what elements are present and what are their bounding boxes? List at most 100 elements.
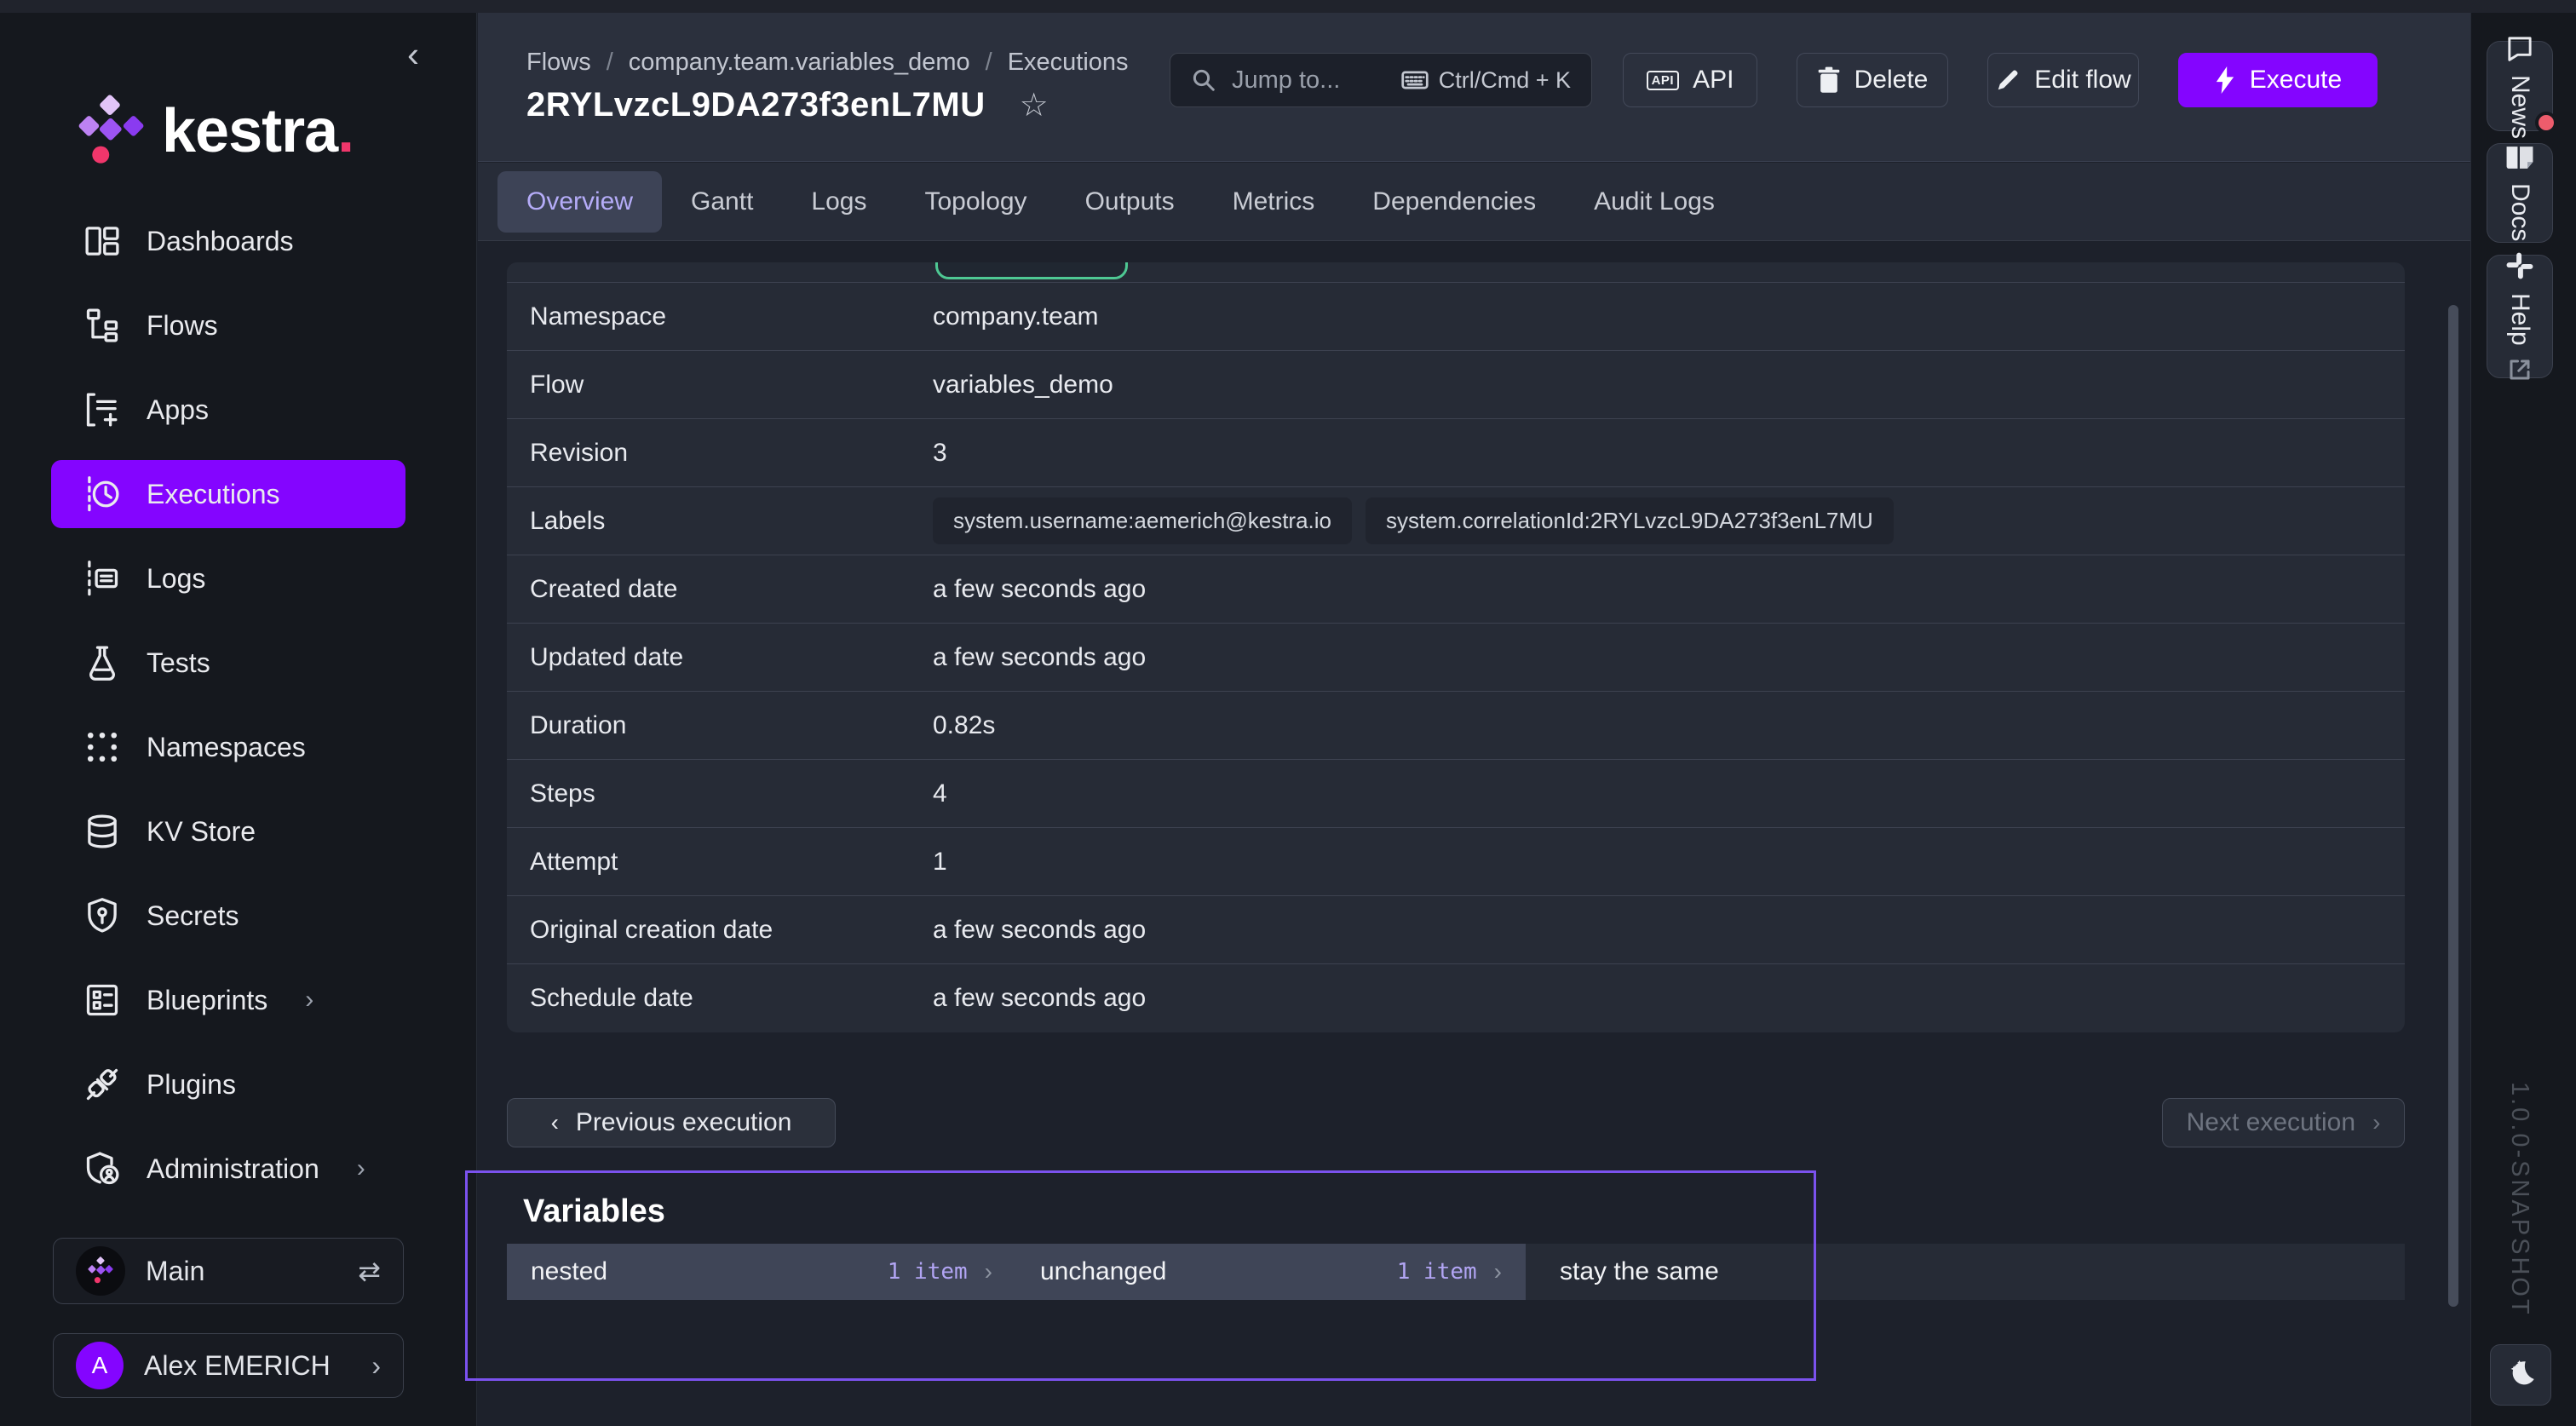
row-label: Updated date [507, 643, 933, 672]
tenant-switch-icon[interactable]: ⇄ [358, 1255, 381, 1287]
tab-metrics[interactable]: Metrics [1204, 171, 1344, 233]
label-chip[interactable]: system.correlationId:2RYLvzcL9DA273f3enL… [1366, 497, 1894, 544]
breadcrumb-executions[interactable]: Executions [1008, 49, 1129, 77]
tab-overview[interactable]: Overview [497, 171, 662, 233]
sidebar-item-tests[interactable]: Tests [51, 629, 405, 697]
right-rail: News Docs Help 1.0.0-SNAPSHOT [2470, 13, 2576, 1426]
sidebar-item-label: Tests [147, 647, 210, 679]
tab-audit-logs[interactable]: Audit Logs [1565, 171, 1744, 233]
search-input[interactable]: Jump to... Ctrl/Cmd + K [1170, 53, 1592, 107]
tests-icon [83, 644, 121, 681]
overview-content: Namespacecompany.team Flowvariables_demo… [478, 241, 2470, 1426]
external-link-icon [2507, 357, 2533, 382]
row-value: a few seconds ago [933, 575, 1146, 604]
notification-dot [2535, 112, 2557, 134]
sidebar: ‹ kestra. Dashboards Flows Apps [0, 13, 477, 1426]
table-row: Attempt1 [507, 828, 2405, 896]
row-value: 1 [933, 848, 947, 877]
sidebar-item-apps[interactable]: Apps [51, 376, 405, 444]
variable-crumb-unchanged[interactable]: unchanged 1 item › [1016, 1244, 1526, 1300]
sidebar-item-dashboards[interactable]: Dashboards [51, 207, 405, 275]
user-menu[interactable]: A Alex EMERICH › [53, 1333, 404, 1398]
row-label: Namespace [507, 302, 933, 331]
previous-execution-button[interactable]: ‹ Previous execution [507, 1098, 836, 1147]
sidebar-item-namespaces[interactable]: Namespaces [51, 713, 405, 781]
row-label: Steps [507, 779, 933, 808]
execute-button[interactable]: Execute [2178, 53, 2378, 107]
sidebar-item-secrets[interactable]: Secrets [51, 882, 405, 950]
breadcrumb-namespace-flow[interactable]: company.team.variables_demo [629, 49, 970, 77]
variable-key: unchanged [1040, 1257, 1380, 1286]
variable-value: stay the same [1560, 1257, 1719, 1286]
tab-logs[interactable]: Logs [782, 171, 895, 233]
lightning-icon [2214, 66, 2236, 94]
tenant-logo-icon [76, 1246, 125, 1296]
label-chip[interactable]: system.username:aemerich@kestra.io [933, 497, 1352, 544]
labels-chips: system.username:aemerich@kestra.io syste… [933, 497, 1894, 544]
main-area: Flows / company.team.variables_demo / Ex… [478, 13, 2470, 1426]
next-execution-button[interactable]: Next execution › [2162, 1098, 2405, 1147]
row-label: Attempt [507, 848, 933, 877]
plugins-icon [83, 1066, 121, 1103]
flows-icon [83, 307, 121, 344]
keyboard-icon [1401, 70, 1429, 90]
sidebar-item-plugins[interactable]: Plugins [51, 1050, 405, 1118]
sidebar-item-logs[interactable]: Logs [51, 544, 405, 612]
sidebar-item-label: Namespaces [147, 732, 306, 763]
vertical-scrollbar[interactable] [2448, 305, 2458, 1307]
variable-key: nested [531, 1257, 871, 1286]
docs-icon [2504, 144, 2535, 171]
news-button[interactable]: News [2487, 41, 2553, 131]
delete-button[interactable]: Delete [1797, 53, 1948, 107]
help-button[interactable]: Help [2487, 255, 2553, 378]
theme-toggle-button[interactable] [2490, 1344, 2551, 1406]
chevron-right-icon: › [1494, 1258, 1502, 1285]
sidebar-item-flows[interactable]: Flows [51, 291, 405, 359]
sidebar-item-label: Secrets [147, 900, 239, 932]
table-row: Namespacecompany.team [507, 283, 2405, 351]
breadcrumb-flows[interactable]: Flows [526, 49, 591, 77]
row-value: a few seconds ago [933, 643, 1146, 672]
tab-outputs[interactable]: Outputs [1056, 171, 1204, 233]
search-shortcut: Ctrl/Cmd + K [1401, 67, 1571, 94]
sidebar-item-label: Administration [147, 1153, 319, 1185]
sidebar-item-blueprints[interactable]: Blueprints › [51, 966, 405, 1034]
apps-icon [83, 391, 121, 428]
row-label: Original creation date [507, 916, 933, 945]
sidebar-item-administration[interactable]: Administration › [51, 1135, 405, 1203]
breadcrumb-separator: / [986, 49, 992, 77]
table-row-clipped [507, 262, 2405, 283]
sidebar-item-kv-store[interactable]: KV Store [51, 797, 405, 865]
tenant-selector[interactable]: Main ⇄ [53, 1238, 404, 1304]
row-label: Created date [507, 575, 933, 604]
variables-row: nested 1 item › unchanged 1 item › stay … [507, 1244, 2405, 1300]
kestra-wordmark: kestra. [162, 96, 354, 166]
api-button[interactable]: API API [1623, 53, 1757, 107]
tab-dependencies[interactable]: Dependencies [1343, 171, 1565, 233]
table-row: Steps4 [507, 760, 2405, 828]
sidebar-collapse-icon[interactable]: ‹ [407, 37, 419, 72]
breadcrumb: Flows / company.team.variables_demo / Ex… [526, 49, 1129, 77]
sidebar-item-label: Logs [147, 563, 205, 595]
docs-button[interactable]: Docs [2487, 143, 2553, 243]
variable-count: 1 item [1397, 1259, 1477, 1285]
kestra-logo[interactable]: kestra. [73, 95, 354, 168]
sidebar-item-executions[interactable]: Executions [51, 460, 405, 528]
variable-value-cell: stay the same [1526, 1244, 2405, 1300]
tab-gantt[interactable]: Gantt [662, 171, 782, 233]
page-title: 2RYLvzcL9DA273f3enL7MU [526, 86, 986, 124]
trash-icon [1817, 66, 1841, 94]
tenant-name: Main [146, 1256, 337, 1287]
star-icon[interactable]: ☆ [1020, 86, 1049, 124]
variable-count: 1 item [888, 1259, 968, 1285]
chevron-right-icon: › [357, 1154, 365, 1183]
page-header: Flows / company.team.variables_demo / Ex… [478, 13, 2470, 162]
kv-store-icon [83, 813, 121, 850]
executions-icon [83, 475, 121, 513]
row-value: 4 [933, 779, 947, 808]
variable-crumb-nested[interactable]: nested 1 item › [507, 1244, 1016, 1300]
edit-flow-button[interactable]: Edit flow [1987, 53, 2139, 107]
table-row: Labels system.username:aemerich@kestra.i… [507, 487, 2405, 555]
tab-topology[interactable]: Topology [895, 171, 1055, 233]
chevron-right-icon: › [2372, 1109, 2380, 1136]
